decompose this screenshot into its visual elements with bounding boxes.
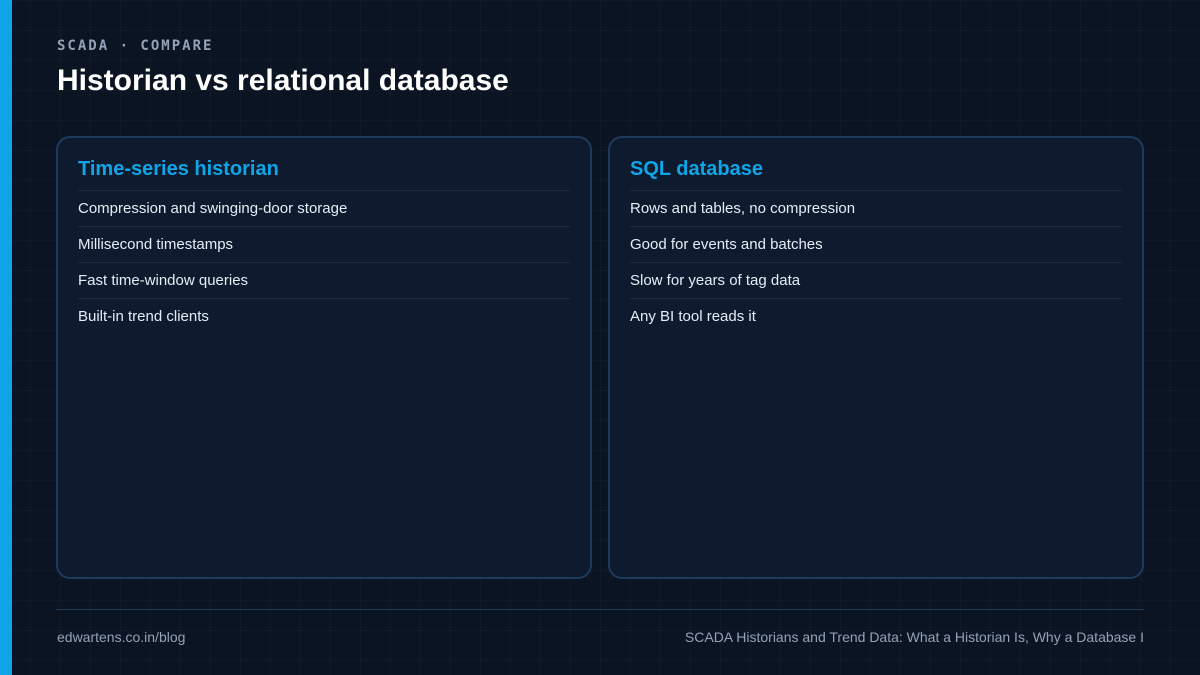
list-item: Built-in trend clients: [78, 298, 570, 334]
eyebrow-label: SCADA · COMPARE: [57, 38, 214, 54]
footer-article-title: SCADA Historians and Trend Data: What a …: [684, 629, 1144, 645]
historian-feature-list: Compression and swinging-door storage Mi…: [78, 190, 570, 334]
accent-bar: [0, 0, 12, 675]
list-item: Slow for years of tag data: [630, 262, 1122, 298]
historian-panel-title: Time-series historian: [78, 158, 279, 180]
list-item: Any BI tool reads it: [630, 298, 1122, 334]
list-item: Compression and swinging-door storage: [78, 190, 570, 226]
list-item: Millisecond timestamps: [78, 226, 570, 262]
page-title: Historian vs relational database: [57, 64, 509, 97]
footer-site-link[interactable]: edwartens.co.in/blog: [57, 629, 185, 645]
list-item: Rows and tables, no compression: [630, 190, 1122, 226]
list-item: Good for events and batches: [630, 226, 1122, 262]
footer-divider: [56, 609, 1144, 610]
sql-feature-list: Rows and tables, no compression Good for…: [630, 190, 1122, 334]
historian-panel: Time-series historian Compression and sw…: [56, 136, 592, 579]
sql-database-panel-title: SQL database: [630, 158, 764, 180]
list-item: Fast time-window queries: [78, 262, 570, 298]
comparison-panels: Time-series historian Compression and sw…: [56, 136, 1144, 579]
sql-database-panel: SQL database Rows and tables, no compres…: [608, 136, 1144, 579]
